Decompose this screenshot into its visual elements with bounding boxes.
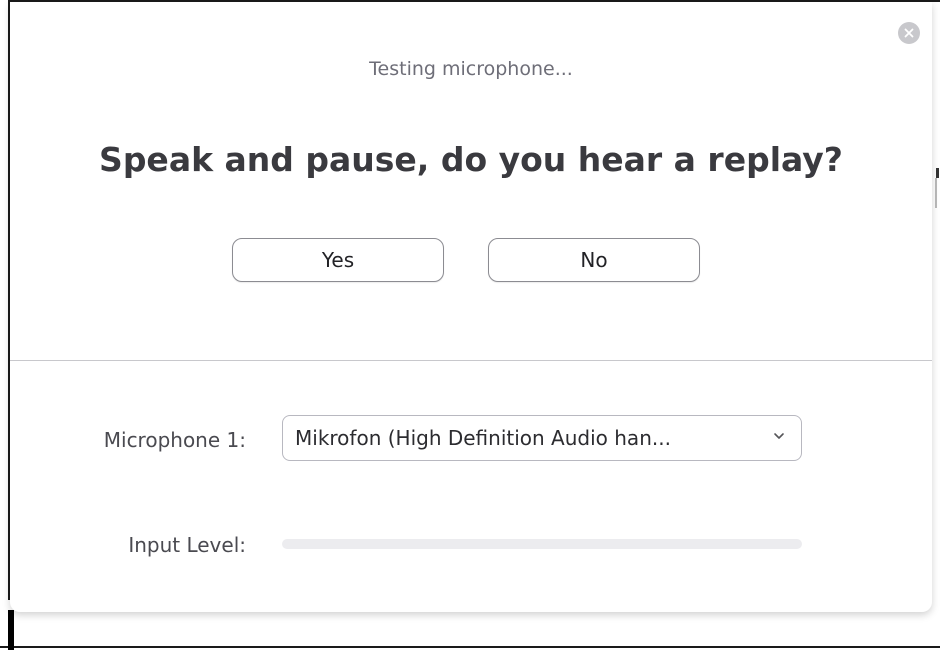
no-button[interactable]: No	[488, 238, 700, 282]
screenshot-frame: Testing microphone... Speak and pause, d…	[0, 0, 940, 650]
test-microphone-dialog: Testing microphone... Speak and pause, d…	[10, 2, 932, 612]
yes-button-label: Yes	[321, 248, 355, 272]
section-divider	[10, 360, 932, 361]
input-level-meter	[282, 539, 802, 549]
dialog-question: Speak and pause, do you hear a replay?	[99, 140, 843, 179]
microphone-selected-value: Mikrofon (High Definition Audio han...	[295, 426, 671, 450]
no-button-label: No	[580, 248, 608, 272]
close-icon	[904, 28, 914, 38]
microphone-select[interactable]: Mikrofon (High Definition Audio han...	[282, 415, 802, 461]
close-button[interactable]	[898, 22, 920, 44]
yes-button[interactable]: Yes	[232, 238, 444, 282]
window-edge-notch	[8, 610, 14, 650]
background-window-edge	[936, 168, 939, 178]
window-edge-bottom	[0, 646, 940, 648]
background-scrollbar-edge	[935, 178, 937, 208]
chevron-down-icon	[774, 433, 784, 439]
microphone-label: Microphone 1:	[103, 428, 246, 452]
dialog-subtitle: Testing microphone...	[369, 58, 573, 80]
input-level-label: Input Level:	[128, 533, 246, 557]
